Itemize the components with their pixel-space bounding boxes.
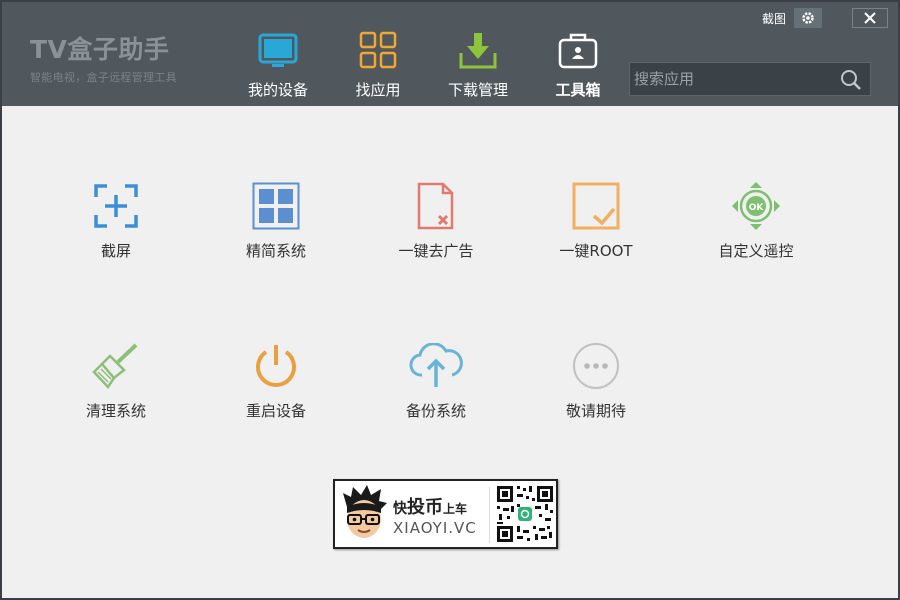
tool-label: 截屏 xyxy=(100,242,131,260)
promo-suffix: 上车 xyxy=(443,502,468,516)
nav-label: 工具箱 xyxy=(555,81,601,99)
tool-remove-ads[interactable]: 一键去广告 xyxy=(366,178,506,268)
tool-label: 自定义遥控 xyxy=(718,242,794,260)
tool-label: 精简系统 xyxy=(245,242,306,260)
nav-label: 下载管理 xyxy=(447,81,508,99)
main-nav: 我的设备 找应用 下载管理 工具箱 xyxy=(228,30,628,104)
screenshot-link[interactable]: 截图 xyxy=(762,10,786,27)
tool-backup-system[interactable]: 备份系统 xyxy=(366,338,506,428)
promo-prefix: 快 xyxy=(393,501,407,517)
nav-downloads[interactable]: 下载管理 xyxy=(428,30,528,104)
app-subtitle: 智能电视，盒子远程管理工具 xyxy=(30,71,177,84)
header: TV盒子助手 智能电视，盒子远程管理工具 我的设备 找应用 下载管理 工具箱 搜… xyxy=(2,2,898,106)
search-box xyxy=(629,62,871,96)
svg-text:OK: OK xyxy=(749,203,765,213)
remote-dpad-icon: OK xyxy=(728,178,784,234)
promo-highlight: 投币 xyxy=(407,497,443,518)
promo-badge[interactable]: 快投币上车 XIAOYI.VC xyxy=(333,479,558,549)
app-title: TV盒子助手 xyxy=(30,35,170,64)
tv-icon xyxy=(258,30,298,70)
promo-site: XIAOYI.VC xyxy=(393,519,477,537)
tool-slim-system[interactable]: 精简系统 xyxy=(206,178,346,268)
tool-label: 备份系统 xyxy=(405,402,466,420)
close-icon[interactable] xyxy=(852,8,888,28)
gear-icon[interactable] xyxy=(794,8,822,28)
nav-label: 找应用 xyxy=(355,81,401,99)
cartoon-avatar xyxy=(339,485,389,543)
root-check-icon xyxy=(568,178,624,234)
toolbox-icon xyxy=(558,30,598,70)
tool-label: 重启设备 xyxy=(245,402,306,420)
search-input[interactable] xyxy=(634,67,834,91)
grid-icon xyxy=(248,178,304,234)
tool-label: 清理系统 xyxy=(85,402,146,420)
broom-icon xyxy=(88,338,144,394)
more-icon xyxy=(568,338,624,394)
nav-label: 我的设备 xyxy=(247,81,308,99)
tool-one-click-root[interactable]: 一键ROOT xyxy=(526,178,666,268)
remove-ad-icon xyxy=(408,178,464,234)
download-icon xyxy=(458,30,498,70)
tool-label: 敬请期待 xyxy=(565,402,626,420)
tool-restart-device[interactable]: 重启设备 xyxy=(206,338,346,428)
app-window: TV盒子助手 智能电视，盒子远程管理工具 我的设备 找应用 下载管理 工具箱 搜… xyxy=(0,0,900,600)
qr-code-icon xyxy=(495,484,555,544)
tool-label: 一键ROOT xyxy=(559,242,633,260)
apps-grid-icon xyxy=(358,30,398,70)
promo-slogan: 快投币上车 xyxy=(393,493,467,519)
cloud-upload-icon xyxy=(408,338,464,394)
window-controls: 截图 xyxy=(762,8,888,28)
toolbox-panel: 截屏 精简系统 一键去广告 一键ROOT OK 自定义遥控 清理系统 重启设备 … xyxy=(2,106,898,598)
tool-custom-remote[interactable]: OK 自定义遥控 xyxy=(686,178,826,268)
tool-coming-soon[interactable]: 敬请期待 xyxy=(526,338,666,428)
tool-label: 一键去广告 xyxy=(398,242,474,260)
tool-clean-system[interactable]: 清理系统 xyxy=(46,338,186,428)
tool-screenshot[interactable]: 截屏 xyxy=(46,178,186,268)
nav-toolbox[interactable]: 工具箱 xyxy=(528,30,628,104)
nav-my-devices[interactable]: 我的设备 xyxy=(228,30,328,104)
screenshot-icon xyxy=(88,178,144,234)
promo-divider xyxy=(489,487,490,543)
search-icon[interactable] xyxy=(840,69,862,91)
brand: TV盒子助手 智能电视，盒子远程管理工具 xyxy=(30,30,177,85)
nav-find-apps[interactable]: 找应用 xyxy=(328,30,428,104)
power-icon xyxy=(248,338,304,394)
